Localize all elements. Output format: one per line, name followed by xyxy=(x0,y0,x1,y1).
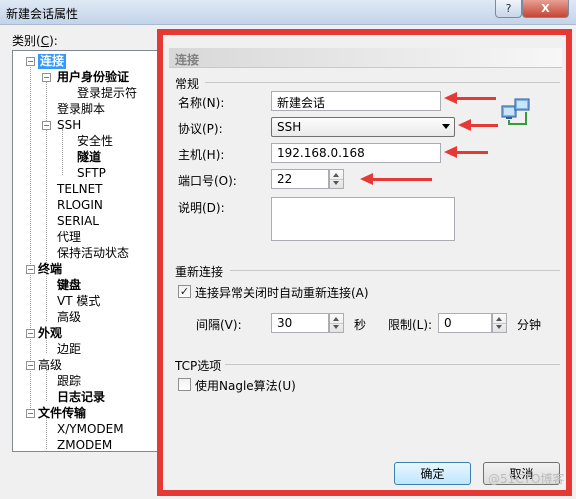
tree-item-advanced[interactable]: 高级 xyxy=(38,358,62,373)
tree-item-keep-alive[interactable]: 保持活动状态 xyxy=(57,246,129,261)
tree-line xyxy=(46,273,47,321)
tree-item-keyboard[interactable]: 键盘 xyxy=(57,278,81,293)
expander-auth-icon[interactable]: − xyxy=(42,73,51,82)
tree-item-login-script[interactable]: 登录脚本 xyxy=(57,102,105,117)
description-label: 说明(D): xyxy=(178,201,225,215)
tree-line xyxy=(46,81,47,271)
protocol-select[interactable]: SSH xyxy=(271,117,455,137)
help-button[interactable]: ? xyxy=(495,0,522,18)
port-label: 端口号(O): xyxy=(178,174,237,188)
tree-item-ssh[interactable]: SSH xyxy=(57,118,81,133)
tree-item-terminal-advanced[interactable]: 高级 xyxy=(57,310,81,325)
annotation-border-bottom xyxy=(157,490,572,496)
ok-button[interactable]: 确定 xyxy=(394,462,471,485)
tree-item-rlogin[interactable]: RLOGIN xyxy=(57,198,103,213)
interval-unit: 秒 xyxy=(354,318,367,332)
description-textarea[interactable] xyxy=(271,197,455,241)
tree-item-serial[interactable]: SERIAL xyxy=(57,214,99,229)
tree-item-logging[interactable]: 日志记录 xyxy=(57,390,105,405)
limit-spinner[interactable] xyxy=(492,313,507,333)
nagle-label: 使用Nagle算法(U) xyxy=(195,379,296,393)
protocol-value: SSH xyxy=(277,120,302,134)
group-reconnect-title: 重新连接 xyxy=(175,265,224,279)
group-general-separator xyxy=(205,82,560,83)
limit-input[interactable]: 0 xyxy=(438,313,492,333)
category-label: 类别(C): xyxy=(12,34,58,48)
network-computers-icon xyxy=(500,96,532,128)
annotation-arrow-protocol xyxy=(458,119,498,131)
spin-down-icon xyxy=(333,325,339,329)
tree-item-user-auth[interactable]: 用户身份验证 xyxy=(57,70,129,85)
tree-item-trace[interactable]: 跟踪 xyxy=(57,374,81,389)
spin-down-icon xyxy=(333,181,339,185)
spin-up-icon xyxy=(496,317,502,321)
tree-item-login-prompts[interactable]: 登录提示符 xyxy=(77,86,137,101)
annotation-border-right xyxy=(566,29,572,496)
protocol-label: 协议(P): xyxy=(178,122,223,136)
tree-line xyxy=(46,417,47,449)
host-label: 主机(H): xyxy=(178,148,225,162)
spin-down-icon xyxy=(496,325,502,329)
auto-reconnect-label: 连接异常关闭时自动重新连接(A) xyxy=(195,286,369,300)
limit-unit: 分钟 xyxy=(517,318,542,332)
tree-item-xymodem[interactable]: X/YMODEM xyxy=(57,422,124,437)
interval-spinner[interactable] xyxy=(329,313,344,333)
tree-item-terminal[interactable]: 终端 xyxy=(38,262,62,277)
nagle-checkbox[interactable] xyxy=(178,378,191,391)
expander-advanced-icon[interactable]: − xyxy=(26,361,35,370)
annotation-arrow-name xyxy=(444,92,496,104)
annotation-border-left xyxy=(157,29,163,496)
watermark: @51CTO博客 xyxy=(488,472,565,486)
annotation-arrow-host xyxy=(444,146,488,158)
tree-item-connection[interactable]: 连接 xyxy=(38,54,67,69)
expander-connection-icon[interactable]: − xyxy=(26,57,35,66)
port-spinner[interactable] xyxy=(329,169,344,189)
tree-item-appearance[interactable]: 外观 xyxy=(38,326,62,341)
group-reconnect-separator xyxy=(230,270,560,271)
tree-line xyxy=(62,129,63,175)
chevron-down-icon xyxy=(442,124,450,129)
port-input[interactable]: 22 xyxy=(271,169,329,189)
limit-label: 限制(L): xyxy=(388,318,433,332)
tree-item-zmodem[interactable]: ZMODEM xyxy=(57,438,112,453)
window-title: 新建会话属性 xyxy=(6,7,79,21)
category-tree[interactable]: − − − − − − − 连接 用户身份验证 登录提示符 登录脚本 SSH 安… xyxy=(12,50,160,452)
close-icon: X xyxy=(541,2,550,15)
panel-header: 连接 xyxy=(169,48,562,68)
annotation-arrow-port xyxy=(360,173,432,185)
spin-up-icon xyxy=(333,173,339,177)
expander-appearance-icon[interactable]: − xyxy=(26,329,35,338)
host-input[interactable]: 192.168.0.168 xyxy=(271,143,441,163)
help-icon: ? xyxy=(505,2,512,15)
name-input[interactable]: 新建会话 xyxy=(271,91,441,111)
name-label: 名称(N): xyxy=(178,96,225,110)
expander-terminal-icon[interactable]: − xyxy=(26,265,35,274)
group-tcp-title: TCP选项 xyxy=(175,359,222,373)
annotation-border-top xyxy=(157,29,572,35)
tree-item-proxy[interactable]: 代理 xyxy=(57,230,81,245)
tree-item-telnet[interactable]: TELNET xyxy=(57,182,103,197)
expander-ssh-icon[interactable]: − xyxy=(42,121,51,130)
tree-item-file-transfer[interactable]: 文件传输 xyxy=(38,406,86,421)
tree-item-sftp[interactable]: SFTP xyxy=(77,166,106,181)
interval-label: 间隔(V): xyxy=(196,318,242,332)
group-tcp-separator xyxy=(225,364,560,365)
tree-item-tunneling[interactable]: 隧道 xyxy=(77,150,101,165)
spin-up-icon xyxy=(333,317,339,321)
tree-line xyxy=(46,369,47,401)
interval-input[interactable]: 30 xyxy=(271,313,329,333)
expander-file-transfer-icon[interactable]: − xyxy=(26,409,35,418)
tree-item-security[interactable]: 安全性 xyxy=(77,134,113,149)
auto-reconnect-checkbox[interactable]: ✓ xyxy=(178,285,191,298)
tree-item-margins[interactable]: 边距 xyxy=(57,342,81,357)
tree-item-vt-mode[interactable]: VT 模式 xyxy=(57,294,100,309)
close-button[interactable]: X xyxy=(522,0,569,18)
title-bar: 新建会话属性 ? X xyxy=(0,0,576,25)
group-general-title: 常规 xyxy=(175,77,200,91)
